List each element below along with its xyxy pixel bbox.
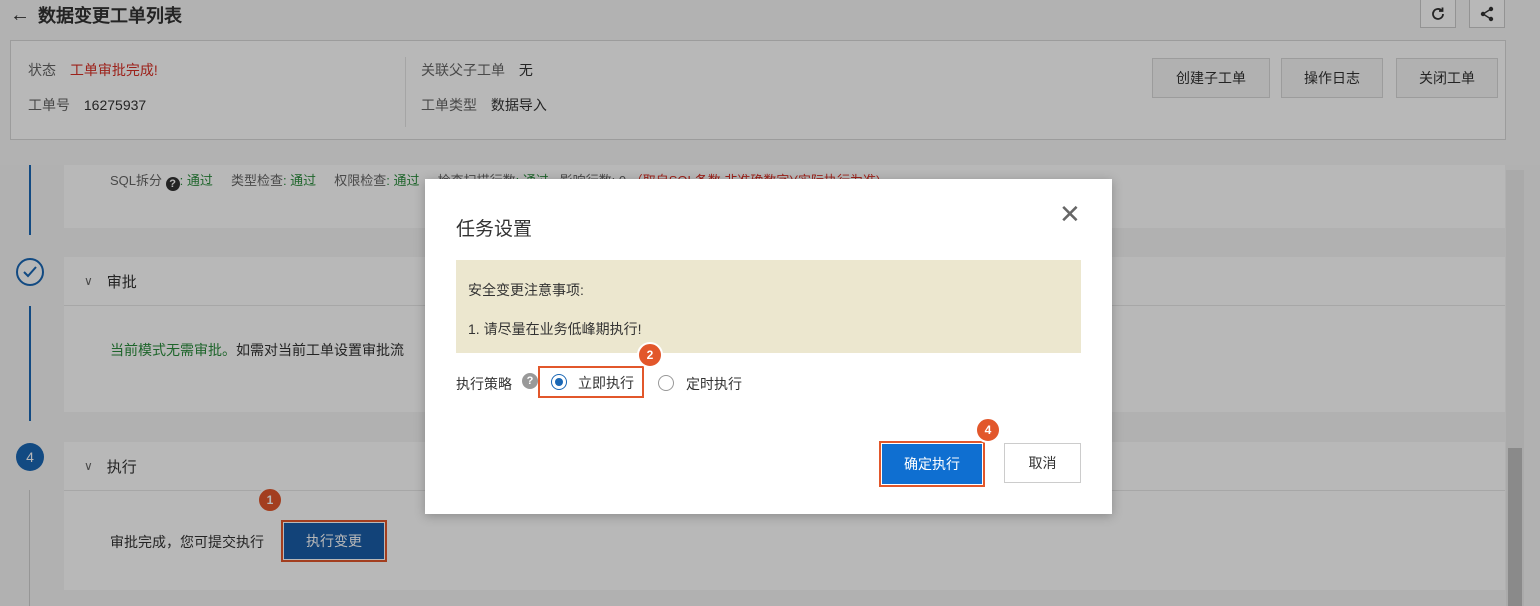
- option-immediate-label: 立即执行: [578, 375, 634, 391]
- help-icon[interactable]: ?: [522, 373, 538, 389]
- strategy-label: 执行策略: [456, 376, 512, 392]
- close-icon[interactable]: ✕: [1059, 201, 1081, 227]
- notice-item: 1. 请尽量在业务低峰期执行!: [468, 321, 642, 337]
- radio-option-scheduled[interactable]: 定时执行: [658, 374, 758, 394]
- dialog-title: 任务设置: [456, 219, 533, 240]
- radio-option-immediate[interactable]: 立即执行: [538, 366, 644, 398]
- option-scheduled-label: 定时执行: [686, 376, 742, 392]
- radio-unselected-icon[interactable]: [658, 375, 674, 391]
- annotation-badge: 2: [637, 342, 663, 368]
- radio-selected-icon[interactable]: [551, 374, 567, 390]
- safety-notice: 安全变更注意事项: 1. 请尽量在业务低峰期执行!: [456, 260, 1081, 353]
- annotation-badge: 4: [975, 417, 1001, 443]
- task-settings-dialog: 任务设置 ✕ 安全变更注意事项: 1. 请尽量在业务低峰期执行! 执行策略 ? …: [425, 179, 1112, 514]
- confirm-execute-button[interactable]: 确定执行: [879, 441, 985, 487]
- notice-title: 安全变更注意事项:: [468, 282, 584, 298]
- cancel-button[interactable]: 取消: [1004, 443, 1081, 483]
